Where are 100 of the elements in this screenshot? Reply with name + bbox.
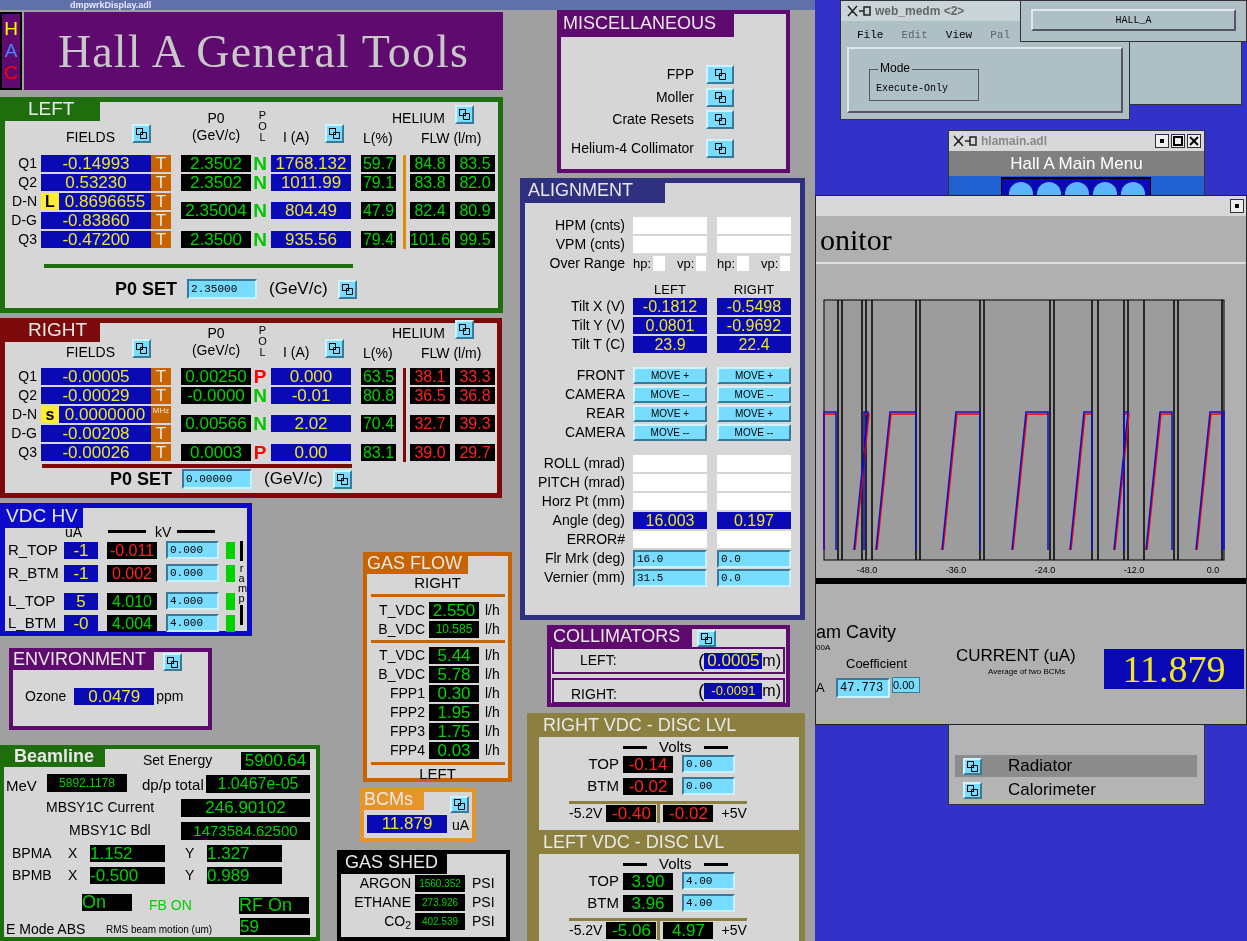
value-readout: 5900.64 (241, 752, 310, 770)
input-field[interactable]: 16.0 (633, 549, 707, 568)
related-display-button[interactable] (132, 339, 151, 358)
move-button[interactable]: MOVE + (717, 405, 791, 422)
status-badge: L (41, 193, 59, 210)
related-display-button[interactable] (450, 796, 469, 813)
move-button[interactable]: MOVE + (717, 367, 791, 384)
column-heading: HELIUM (392, 324, 445, 343)
unit-label: l/h (485, 703, 500, 722)
value-readout: 101.6 (410, 231, 450, 248)
stacked-squares-icon (459, 324, 470, 335)
menu-item[interactable]: View (945, 27, 973, 43)
column-heading: I (A) (283, 128, 310, 147)
value-readout: 0.00 (892, 677, 920, 693)
column-heading: Volts (659, 739, 692, 755)
value-readout: 83.5 (455, 155, 495, 172)
mode-text: Execute-Only (876, 82, 948, 96)
value-readout: 80.9 (455, 202, 495, 219)
related-display-button[interactable] (706, 87, 734, 107)
unit-label: +5V (721, 922, 747, 939)
logo-letter: A (4, 40, 18, 62)
unit-label: -5.2V (569, 805, 603, 822)
related-display-button[interactable] (163, 653, 182, 671)
related-display-button[interactable] (963, 781, 982, 799)
input-field[interactable]: 2.35000 (187, 279, 258, 299)
move-button[interactable]: MOVE -- (633, 386, 707, 403)
field-label: RMS beam motion (um) (106, 923, 213, 937)
row-label: Q2 (17, 387, 37, 404)
row-label: Tilt T (C) (570, 336, 625, 353)
related-display-button[interactable] (697, 630, 716, 647)
axis-tick-label: -36.0 (944, 565, 968, 575)
polarity-indicator: P (252, 368, 268, 385)
related-display-button[interactable] (706, 109, 734, 129)
unit-label: m) (762, 651, 781, 670)
input-field[interactable]: 4.000 (166, 592, 219, 610)
input-field[interactable]: 0.0 (717, 568, 791, 587)
menu-item[interactable]: File (857, 27, 884, 43)
move-button[interactable]: MOVE -- (633, 424, 707, 441)
close-icon[interactable] (1187, 134, 1201, 148)
input-field[interactable]: 0.00 (682, 777, 735, 795)
menu-item[interactable]: Calorimeter (955, 779, 1197, 801)
menu-heading: Hall A Main Menu (949, 151, 1204, 176)
status-text: FB ON (149, 896, 192, 915)
value-readout: -0.02 (623, 777, 673, 795)
row-label: D-N (11, 406, 37, 423)
related-display-button[interactable] (706, 138, 734, 158)
related-display-button[interactable] (455, 320, 474, 339)
column-heading: P0 (207, 325, 225, 342)
move-button[interactable]: MOVE + (633, 367, 707, 384)
input-field[interactable]: 4.00 (682, 894, 735, 912)
input-field[interactable]: 4.000 (166, 614, 219, 632)
value-readout: 47.9 (361, 202, 396, 219)
row-label: Q2 (17, 174, 37, 191)
related-display-button[interactable] (325, 339, 344, 358)
bracket-label: ( (698, 651, 705, 670)
value-readout: 82.0 (455, 174, 495, 191)
input-field[interactable]: 0.000 (166, 564, 219, 582)
related-display-button[interactable] (963, 757, 982, 775)
move-button[interactable]: MOVE + (633, 405, 707, 422)
maximize-icon[interactable] (1171, 134, 1185, 148)
input-field[interactable]: 47.773 (836, 678, 890, 698)
value-readout: 5.78 (429, 666, 479, 683)
value-readout: 5 (64, 592, 98, 610)
window-menu-icon[interactable] (1230, 199, 1244, 213)
menu-item[interactable]: Radiator (955, 755, 1197, 777)
value-readout: 83.8 (410, 174, 450, 191)
related-display-button[interactable] (337, 279, 357, 299)
menu-label: Calorimeter (1008, 779, 1096, 802)
related-display-button[interactable] (132, 124, 151, 143)
input-field[interactable]: 0.00 (682, 755, 735, 773)
related-display-button[interactable] (455, 105, 474, 124)
input-field[interactable]: 4.00 (682, 872, 735, 890)
input-field[interactable]: 0.0 (717, 549, 791, 568)
status-light (226, 541, 235, 559)
value-readout: 4.010 (107, 592, 157, 610)
value-readout: -0.00005 (41, 368, 151, 385)
column-heading: L(%) (363, 344, 393, 363)
value-readout: 29.7 (455, 444, 495, 461)
unit-label: l/h (485, 601, 500, 620)
move-button[interactable]: MOVE -- (717, 424, 791, 441)
window-button[interactable]: HALL_A (1031, 9, 1236, 31)
input-field[interactable]: 31.5 (633, 568, 707, 587)
value-readout: 804.49 (271, 202, 351, 219)
related-display-button[interactable] (706, 64, 734, 84)
move-button[interactable]: MOVE -- (717, 386, 791, 403)
window-title: hlamain.adl (981, 133, 1048, 150)
row-label: FRONT (575, 367, 625, 384)
value-readout: -5.06 (606, 922, 657, 939)
minimize-icon[interactable] (1155, 134, 1169, 148)
value-readout: 1473584.62500 (181, 822, 310, 840)
input-field[interactable]: 0.00000 (182, 469, 253, 489)
related-display-button[interactable] (332, 469, 352, 489)
unit-label: -5.2V (569, 922, 603, 939)
value-readout: 82.4 (410, 202, 450, 219)
column-heading: RIGHT (732, 284, 776, 296)
stacked-squares-icon (967, 784, 978, 796)
input-field[interactable]: 0.000 (166, 541, 219, 559)
related-display-button[interactable] (325, 124, 344, 143)
column-heading: FLW (l/m) (421, 344, 482, 363)
flag-label: vp: (761, 254, 779, 273)
